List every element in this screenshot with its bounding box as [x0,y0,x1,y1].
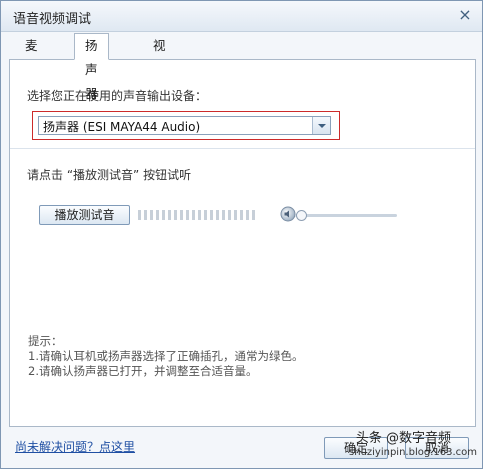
output-device-value: 扬声器 (ESI MAYA44 Audio) [43,120,201,134]
output-device-select[interactable]: 扬声器 (ESI MAYA44 Audio) [38,116,331,135]
volume-slider-thumb[interactable] [296,210,307,221]
speaker-volume-icon[interactable] [280,206,296,222]
tab-video[interactable]: 视频 [143,34,176,77]
level-bar [246,210,249,220]
audio-video-settings-dialog: 语音视频调试 × 麦克风 扬声器 视频 选择您正在使用的声音输出设备： 扬声器 … [0,0,483,469]
troubleshoot-link[interactable]: 尚未解决问题？点这里 [15,438,135,455]
section-divider [10,148,475,149]
tab-microphone[interactable]: 麦克风 [15,34,48,101]
level-bar [144,210,147,220]
chevron-down-icon[interactable] [312,117,330,134]
tips-title: 提示： [28,334,63,348]
device-highlight-box: 扬声器 (ESI MAYA44 Audio) [32,111,340,140]
watermark-title: 头条 @数字音频 [355,431,451,446]
volume-slider-track[interactable] [295,214,397,217]
watermark-url: shuziyinpin.blog.163.com [349,447,477,458]
level-bar [192,210,195,220]
tip-line-2: 2.请确认扬声器已打开，并调整至合适音量。 [28,364,258,378]
close-icon[interactable]: × [456,6,474,24]
level-bar [210,210,213,220]
level-bar [240,210,243,220]
title-bar[interactable]: 语音视频调试 × [1,1,482,32]
level-bar [198,210,201,220]
watermark: 头条 @数字音频 shuziyinpin.blog.163.com [337,427,477,463]
level-bar [174,210,177,220]
level-bar [222,210,225,220]
level-bar [252,210,255,220]
tips-section: 提示： 1.请确认耳机或扬声器选择了正确插孔，通常为绿色。 2.请确认扬声器已打… [28,334,303,379]
output-level-meter [138,209,263,221]
level-bar [180,210,183,220]
level-bar [216,210,219,220]
level-bar [168,210,171,220]
level-bar [186,210,189,220]
level-bar [156,210,159,220]
tip-line-1: 1.请确认耳机或扬声器选择了正确插孔，通常为绿色。 [28,349,304,363]
play-test-sound-button[interactable]: 播放测试音 [39,205,130,225]
level-bar [138,210,141,220]
dialog-title: 语音视频调试 [13,12,92,27]
output-device-label: 选择您正在使用的声音输出设备： [27,89,208,103]
level-bar [204,210,207,220]
test-instruction: 请点击 “播放测试音” 按钮试听 [27,168,192,182]
level-bar [150,210,153,220]
tab-speaker[interactable]: 扬声器 [74,33,109,101]
level-bar [228,210,231,220]
speaker-panel: 选择您正在使用的声音输出设备： 扬声器 (ESI MAYA44 Audio) 请… [9,59,476,427]
level-bar [162,210,165,220]
level-bar [234,210,237,220]
